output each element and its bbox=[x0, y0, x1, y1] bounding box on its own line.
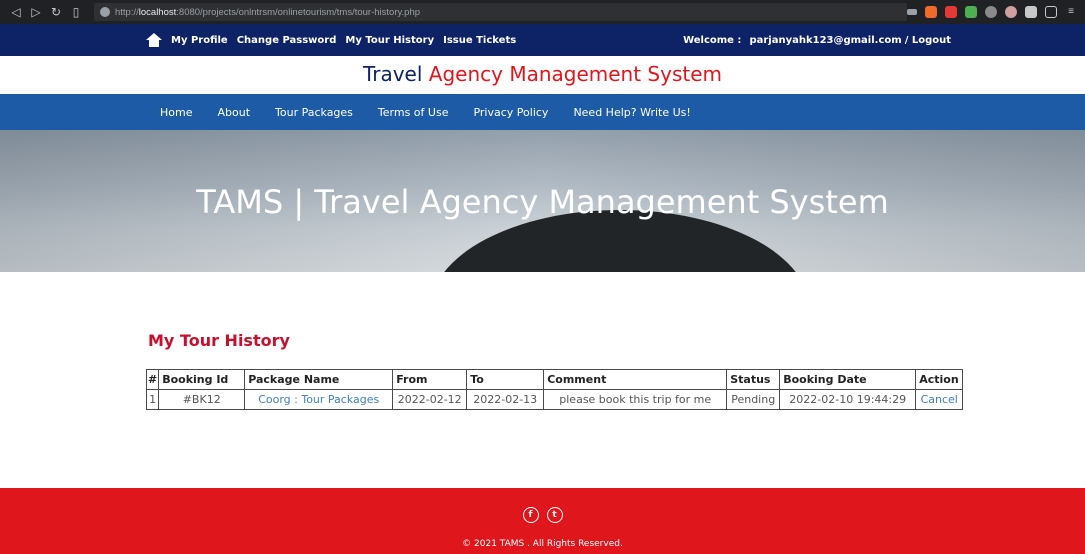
brave-shield-icon[interactable] bbox=[925, 6, 937, 18]
url-path: :8080/projects/onlntrsm/onlinetourism/tm… bbox=[176, 6, 421, 18]
logout-link[interactable]: / Logout bbox=[905, 35, 951, 46]
banner-heading: TAMS | Travel Agency Management System bbox=[196, 183, 889, 221]
extensions-area: ≡ bbox=[907, 6, 1077, 18]
home-icon[interactable] bbox=[146, 33, 162, 47]
cell-booking-date: 2022-02-10 19:44:29 bbox=[779, 389, 917, 410]
cell-booking-id: #BK12 bbox=[158, 389, 246, 410]
col-header-to: To bbox=[466, 369, 545, 390]
bookmark-icon[interactable]: ▯ bbox=[66, 2, 86, 22]
back-icon[interactable]: ◁ bbox=[6, 2, 26, 22]
tour-history-table: # Booking Id Package Name From To Commen… bbox=[145, 369, 964, 410]
sidebar-icon[interactable] bbox=[1045, 6, 1057, 18]
extension-face-icon[interactable] bbox=[1005, 6, 1017, 18]
cell-num: 1 bbox=[145, 389, 160, 410]
col-header-action: Action bbox=[915, 369, 964, 390]
change-password-link[interactable]: Change Password bbox=[237, 35, 337, 46]
site-title-travel: Travel bbox=[362, 62, 423, 86]
reload-icon[interactable]: ↻ bbox=[46, 2, 66, 22]
cell-status: Pending bbox=[726, 389, 781, 410]
my-tour-history-link[interactable]: My Tour History bbox=[345, 35, 434, 46]
nav-home[interactable]: Home bbox=[160, 106, 192, 119]
url-prefix: http:// bbox=[115, 6, 139, 18]
col-header-from: From bbox=[392, 369, 468, 390]
table-header-row: # Booking Id Package Name From To Commen… bbox=[145, 369, 964, 390]
col-header-booking-id: Booking Id bbox=[158, 369, 246, 390]
extension-icon[interactable] bbox=[985, 6, 997, 18]
url-host: localhost bbox=[138, 6, 177, 18]
col-header-num: # bbox=[145, 369, 160, 390]
table-row: 1 #BK12 Coorg : Tour Packages 2022-02-12… bbox=[145, 389, 964, 410]
main-nav: Home About Tour Packages Terms of Use Pr… bbox=[0, 94, 1085, 130]
key-icon[interactable] bbox=[907, 9, 917, 15]
user-top-bar: My Profile Change Password My Tour Histo… bbox=[0, 24, 1085, 56]
cell-to: 2022-02-13 bbox=[466, 389, 545, 410]
user-welcome: Welcome : parjanyahk123@gmail.com / Logo… bbox=[683, 24, 951, 56]
nav-write-us[interactable]: Need Help? Write Us! bbox=[573, 106, 690, 119]
facebook-icon[interactable]: f bbox=[522, 507, 539, 523]
browser-toolbar: ◁ ▷ ↻ ▯ http://localhost:8080/projects/o… bbox=[0, 0, 1085, 24]
copyright-text: © 2021 TAMS . All Rights Reserved. bbox=[462, 539, 623, 549]
welcome-label: Welcome : bbox=[683, 34, 742, 46]
cell-from: 2022-02-12 bbox=[392, 389, 468, 410]
brave-rewards-icon[interactable] bbox=[945, 6, 957, 18]
site-title[interactable]: Travel Agency Management System bbox=[0, 62, 1085, 86]
address-bar[interactable]: http://localhost:8080/projects/onlntrsm/… bbox=[94, 3, 907, 21]
cell-package-name: Coorg : Tour Packages bbox=[244, 389, 394, 410]
nav-about[interactable]: About bbox=[217, 106, 250, 119]
col-header-package-name: Package Name bbox=[244, 369, 394, 390]
forward-icon[interactable]: ▷ bbox=[26, 2, 46, 22]
info-icon[interactable] bbox=[100, 7, 110, 17]
twitter-icon[interactable]: t bbox=[546, 507, 563, 523]
my-profile-link[interactable]: My Profile bbox=[171, 35, 228, 46]
col-header-comment: Comment bbox=[543, 369, 728, 390]
menu-icon[interactable]: ≡ bbox=[1065, 6, 1077, 18]
site-footer: f t © 2021 TAMS . All Rights Reserved. bbox=[0, 488, 1085, 554]
user-links: My Profile Change Password My Tour Histo… bbox=[146, 24, 516, 56]
col-header-booking-date: Booking Date bbox=[779, 369, 917, 390]
site-title-rest: Agency Management System bbox=[428, 62, 723, 86]
browser-nav-buttons: ◁ ▷ ↻ ▯ bbox=[6, 2, 86, 22]
cell-comment: please book this trip for me bbox=[543, 389, 728, 410]
issue-tickets-link[interactable]: Issue Tickets bbox=[443, 35, 516, 46]
package-link[interactable]: Coorg : Tour Packages bbox=[258, 393, 379, 406]
hero-banner: TAMS | Travel Agency Management System bbox=[0, 130, 1085, 272]
page-title: My Tour History bbox=[148, 331, 290, 350]
user-email: parjanyahk123@gmail.com bbox=[749, 34, 902, 46]
cancel-link[interactable]: Cancel bbox=[921, 393, 958, 406]
nav-tour-packages[interactable]: Tour Packages bbox=[275, 106, 353, 119]
puzzle-icon[interactable] bbox=[1025, 6, 1037, 18]
cell-action: Cancel bbox=[915, 389, 964, 410]
vpn-shield-icon[interactable] bbox=[965, 6, 977, 18]
nav-privacy-policy[interactable]: Privacy Policy bbox=[473, 106, 548, 119]
nav-terms-of-use[interactable]: Terms of Use bbox=[378, 106, 449, 119]
col-header-status: Status bbox=[726, 369, 781, 390]
social-links: f t bbox=[0, 507, 1085, 523]
